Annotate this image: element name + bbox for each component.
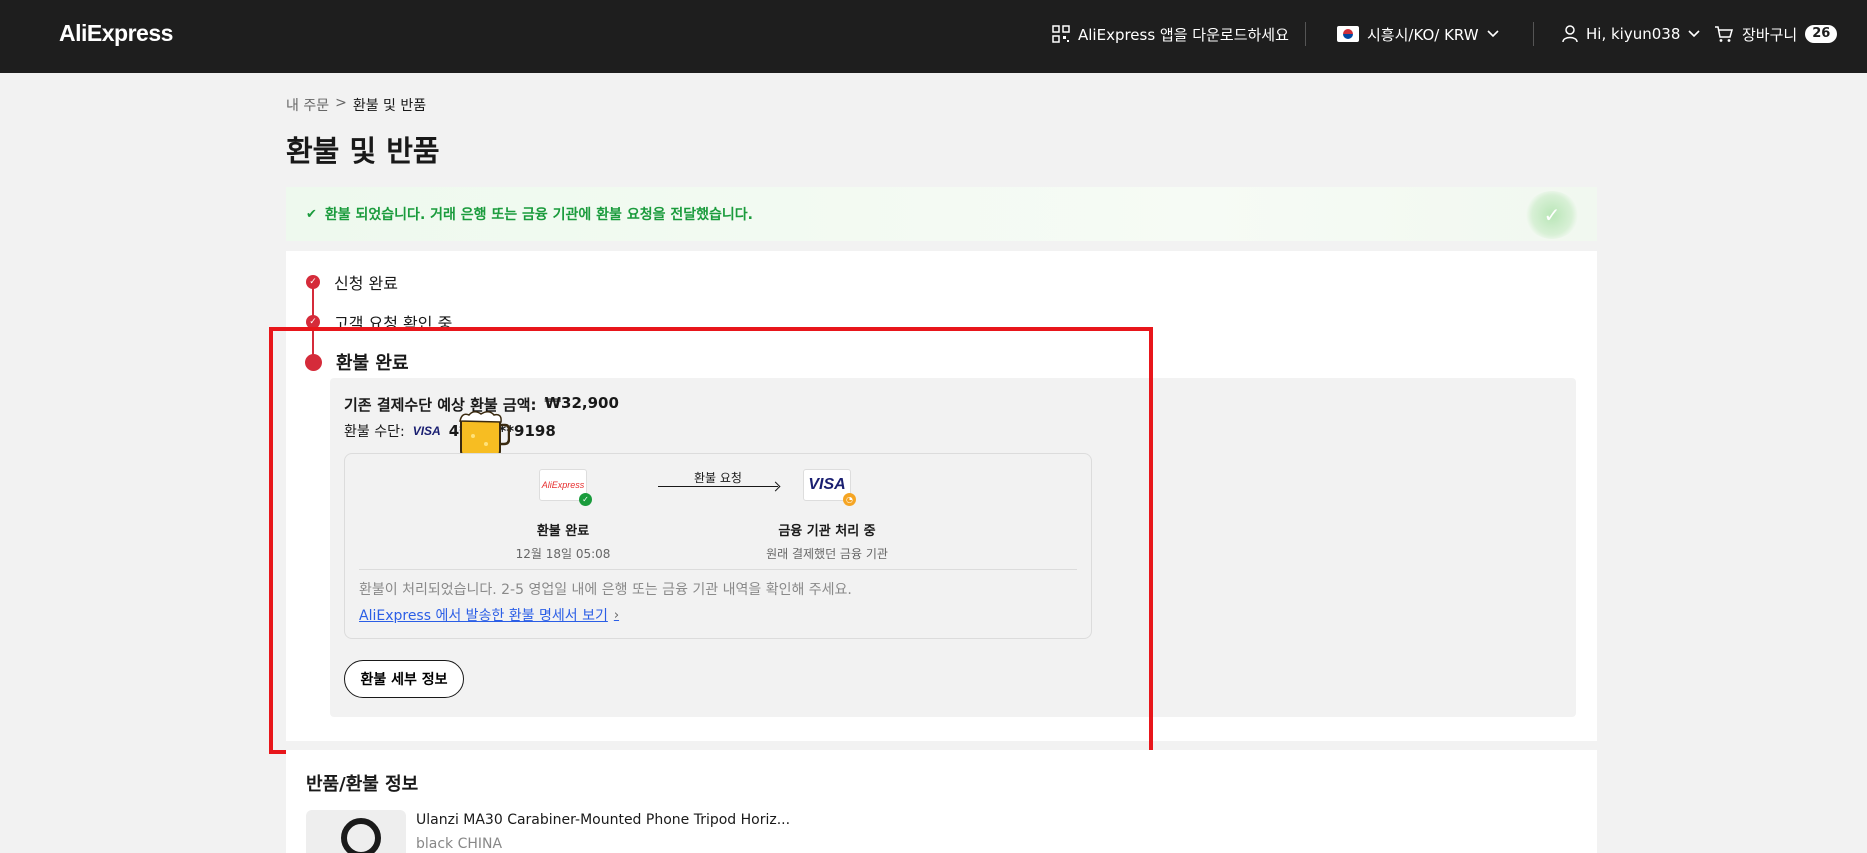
step-label: 환불 완료 [336, 353, 409, 374]
chevron-down-icon [1487, 30, 1499, 38]
check-badge-icon: ✓ [579, 493, 592, 506]
refund-flow-box: AliExpress ✓ 환불 완료 12월 18일 05:08 환불 요청 V… [344, 453, 1092, 639]
success-shield-icon: ✓ [1525, 191, 1579, 239]
success-banner: ✔ 환불 되었습니다. 거래 은행 또는 금융 기관에 환불 요청을 전달했습니… [286, 187, 1597, 241]
flow-node-title: 금융 기관 처리 중 [778, 524, 876, 539]
greeting-label: Hi, kiyun038 [1586, 25, 1681, 43]
beer-mug-icon [459, 411, 510, 457]
refund-status-card: ✓ 신청 완료 ✓ 고객 요청 확인 중 환불 완료 기존 결제수단 예상 환불… [286, 251, 1597, 741]
product-thumbnail[interactable] [306, 810, 406, 853]
refund-detail-box: 기존 결제수단 예상 환불 금액: ₩32,900 환불 수단: VISA 4*… [330, 378, 1576, 717]
region-selector[interactable]: 시흥시/KO/ KRW [1337, 22, 1499, 46]
aliexpress-logo-icon: AliExpress ✓ [539, 469, 592, 506]
visa-card-icon: VISA [412, 424, 441, 438]
product-name[interactable]: Ulanzi MA30 Carabiner-Mounted Phone Trip… [416, 812, 790, 828]
region-label: 시흥시/KO/ KRW [1367, 25, 1479, 44]
divider [359, 569, 1077, 570]
check-icon: ✔ [306, 206, 317, 222]
product-variant: black CHINA [416, 836, 503, 852]
page-title: 환불 및 반품 [286, 134, 440, 168]
step-label: 고객 요청 확인 중 [334, 314, 453, 333]
visa-logo-icon: VISA ◔ [803, 469, 856, 506]
cart-count-badge: 26 [1805, 25, 1838, 43]
flow-node-date: 12월 18일 05:08 [515, 547, 611, 561]
top-navigation-bar: AliExpress AliExpress 앱을 다운로드하세요 시흥시/KO/… [0, 0, 1867, 73]
step-check-icon: ✓ [306, 275, 320, 289]
success-message: 환불 되었습니다. 거래 은행 또는 금융 기관에 환불 요청을 전달했습니다. [324, 207, 753, 223]
flow-node-visa: VISA ◔ 금융 기관 처리 중 원래 결제했던 금융 기관 [752, 469, 902, 562]
refund-statement-link-label: AliExpress 에서 발송한 환불 명세서 보기 [359, 608, 608, 624]
header-divider [1305, 22, 1306, 46]
step-label: 신청 완료 [334, 274, 398, 293]
cart-label: 장바구니 [1742, 25, 1798, 44]
step-check-icon: ✓ [306, 315, 320, 329]
chevron-right-icon: › [613, 607, 620, 623]
refund-amount-value: ₩32,900 [544, 394, 619, 412]
account-menu[interactable]: Hi, kiyun038 [1562, 22, 1700, 46]
return-info-title: 반품/환불 정보 [306, 774, 419, 795]
breadcrumb-separator: > [335, 95, 347, 111]
flow-node-aliexpress: AliExpress ✓ 환불 완료 12월 18일 05:08 [488, 469, 638, 562]
cart-icon [1715, 26, 1733, 42]
clock-badge-icon: ◔ [843, 493, 856, 506]
user-icon [1562, 25, 1578, 43]
return-info-card: 반품/환불 정보 Ulanzi MA30 Carabiner-Mounted P… [286, 750, 1597, 853]
header-divider [1533, 22, 1534, 46]
app-download-link[interactable]: AliExpress 앱을 다운로드하세요 [1052, 22, 1289, 46]
flow-node-title: 환불 완료 [536, 524, 590, 539]
step-refund-complete: 환불 완료 [305, 349, 409, 375]
step-application-complete: ✓ 신청 완료 [306, 270, 398, 294]
refund-note: 환불이 처리되었습니다. 2-5 영업일 내에 은행 또는 금융 기관 내역을 … [359, 582, 852, 598]
refund-details-button[interactable]: 환불 세부 정보 [344, 660, 464, 698]
flow-node-subtitle: 원래 결제했던 금융 기관 [766, 547, 888, 561]
refund-statement-link[interactable]: AliExpress 에서 발송한 환불 명세서 보기 › [359, 605, 619, 625]
aliexpress-logo[interactable]: AliExpress [59, 20, 173, 47]
korea-flag-icon [1337, 26, 1359, 42]
app-download-label: AliExpress 앱을 다운로드하세요 [1078, 25, 1289, 44]
breadcrumb: 내 주문 > 환불 및 반품 [286, 95, 426, 115]
refund-method: 환불 수단: VISA 4*******9198 [344, 421, 556, 441]
refund-method-label: 환불 수단: [344, 424, 405, 440]
step-reviewing: ✓ 고객 요청 확인 중 [306, 310, 452, 334]
breadcrumb-my-orders[interactable]: 내 주문 [286, 95, 329, 115]
cart-button[interactable]: 장바구니 26 [1714, 22, 1838, 46]
breadcrumb-current: 환불 및 반품 [352, 98, 427, 114]
step-current-dot [305, 353, 322, 371]
qr-code-icon [1052, 25, 1070, 43]
chevron-down-icon [1688, 30, 1700, 38]
